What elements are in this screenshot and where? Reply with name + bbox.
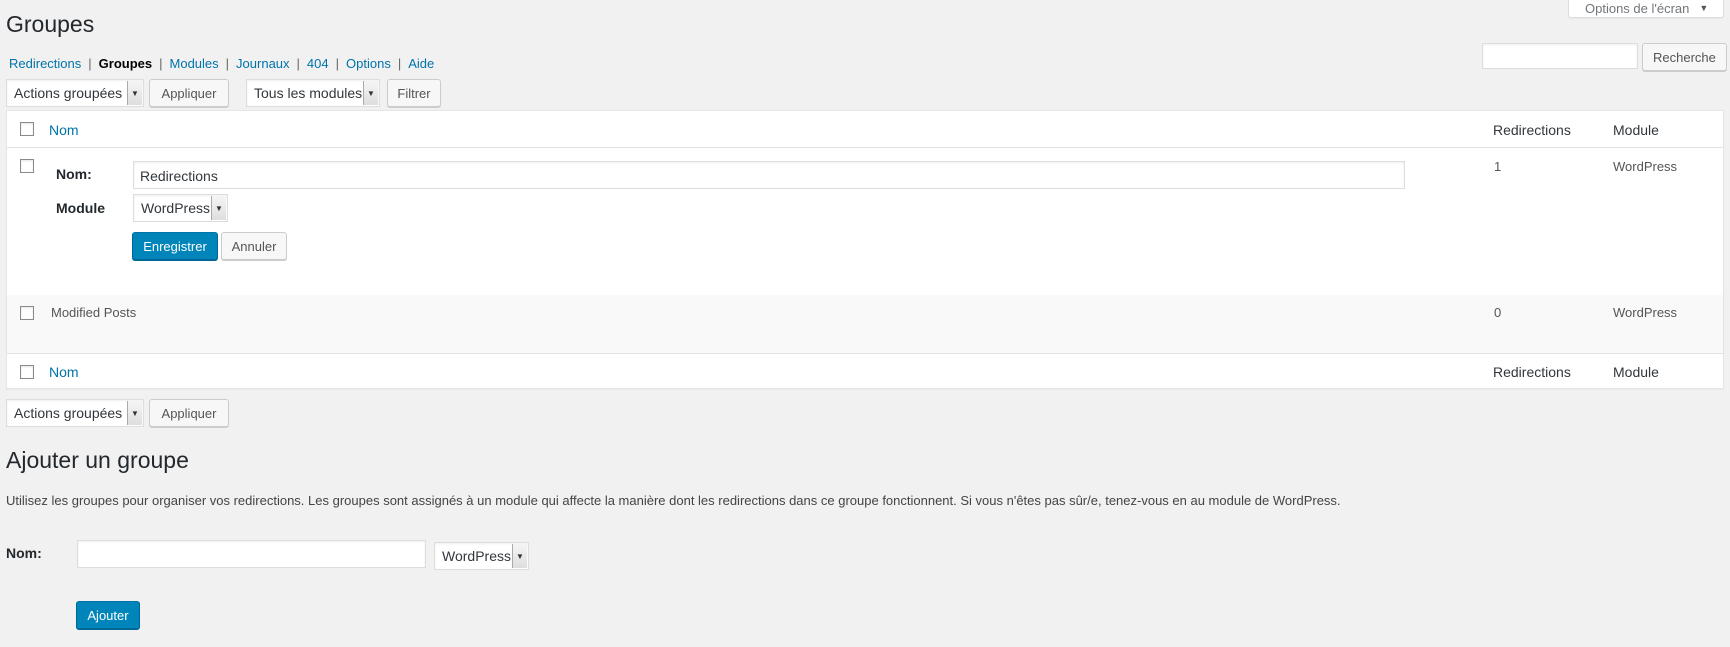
table-header: Nom Redirections Module — [7, 111, 1723, 148]
subnav-link-404[interactable]: 404 — [307, 56, 329, 72]
column-footer-module: Module — [1613, 364, 1659, 380]
screen-options-toggle[interactable]: Options de l'écran ▼ — [1568, 0, 1724, 18]
column-footer-redirections: Redirections — [1493, 364, 1571, 380]
row-checkbox[interactable] — [20, 306, 34, 320]
row-checkbox[interactable] — [20, 159, 34, 173]
search-box: Recherche — [1482, 43, 1727, 71]
module-filter-value: Tous les modules — [254, 85, 363, 101]
edit-name-input[interactable]: Redirections — [133, 161, 1405, 189]
table-row: Modified Posts 0 WordPress — [7, 295, 1723, 353]
edit-module-value: WordPress — [141, 200, 210, 216]
column-header-redirections: Redirections — [1493, 122, 1571, 138]
subnav-link-options[interactable]: Options — [346, 56, 391, 72]
subnav: Redirections | Groupes | Modules | Journ… — [9, 56, 434, 72]
chevron-down-icon: ▼ — [127, 81, 142, 105]
module-filter-select[interactable]: Tous les modules ▼ — [246, 79, 380, 107]
chevron-down-icon: ▼ — [512, 544, 527, 568]
filter-button[interactable]: Filtrer — [387, 79, 441, 107]
add-module-value: WordPress — [442, 548, 511, 564]
apply-button-top[interactable]: Appliquer — [149, 79, 229, 107]
subnav-separator: | — [225, 56, 230, 71]
subnav-link-redirections[interactable]: Redirections — [9, 56, 81, 72]
subnav-separator: | — [335, 56, 340, 71]
add-name-input[interactable] — [77, 540, 426, 568]
bulk-actions-select-top[interactable]: Actions groupées ▼ — [6, 79, 144, 107]
add-group-description: Utilisez les groupes pour organiser vos … — [6, 493, 1341, 508]
module-value: WordPress — [1613, 305, 1678, 320]
add-name-label: Nom: — [6, 545, 42, 561]
edit-module-select[interactable]: WordPress ▼ — [133, 194, 228, 222]
column-header-name[interactable]: Nom — [49, 121, 79, 139]
subnav-separator: | — [159, 56, 163, 71]
apply-button-bottom[interactable]: Appliquer — [149, 399, 229, 427]
add-group-title: Ajouter un groupe — [6, 447, 189, 473]
subnav-current-groupes: Groupes — [98, 56, 153, 71]
search-button[interactable]: Recherche — [1642, 43, 1727, 71]
add-module-select[interactable]: WordPress ▼ — [434, 542, 529, 570]
cancel-button[interactable]: Annuler — [221, 232, 287, 260]
edit-module-label: Module — [56, 200, 105, 216]
groups-table: Nom Redirections Module Nom: Redirection… — [6, 110, 1724, 389]
subnav-separator: | — [296, 56, 300, 71]
subnav-link-aide[interactable]: Aide — [408, 56, 434, 72]
select-all-checkbox[interactable] — [20, 365, 34, 379]
bulk-actions-value: Actions groupées — [14, 85, 123, 101]
search-input[interactable] — [1482, 43, 1638, 69]
bulk-actions-select-bottom[interactable]: Actions groupées ▼ — [6, 399, 144, 427]
redirections-count: 1 — [1494, 159, 1502, 174]
group-name: Modified Posts — [51, 305, 137, 320]
save-button[interactable]: Enregistrer — [132, 232, 218, 260]
inline-edit-row: Nom: Redirections Module WordPress ▼ Enr… — [7, 148, 1723, 295]
page-title: Groupes — [6, 11, 95, 37]
subnav-separator: | — [88, 56, 92, 71]
chevron-down-icon: ▼ — [211, 196, 226, 220]
chevron-down-icon: ▼ — [127, 401, 142, 425]
module-value: WordPress — [1613, 159, 1678, 174]
select-all-checkbox[interactable] — [20, 122, 34, 136]
column-header-module: Module — [1613, 122, 1659, 138]
triangle-down-icon: ▼ — [1699, 3, 1709, 13]
subnav-link-modules[interactable]: Modules — [170, 56, 219, 72]
subnav-link-journaux[interactable]: Journaux — [236, 56, 289, 72]
column-footer-name[interactable]: Nom — [49, 363, 79, 381]
bulk-actions-value: Actions groupées — [14, 405, 123, 421]
table-footer: Nom Redirections Module — [7, 353, 1723, 389]
subnav-separator: | — [397, 56, 402, 71]
redirections-count: 0 — [1494, 305, 1502, 320]
screen-options-label: Options de l'écran — [1585, 0, 1690, 16]
chevron-down-icon: ▼ — [363, 81, 378, 105]
edit-name-label: Nom: — [56, 166, 92, 182]
add-button[interactable]: Ajouter — [76, 601, 140, 629]
